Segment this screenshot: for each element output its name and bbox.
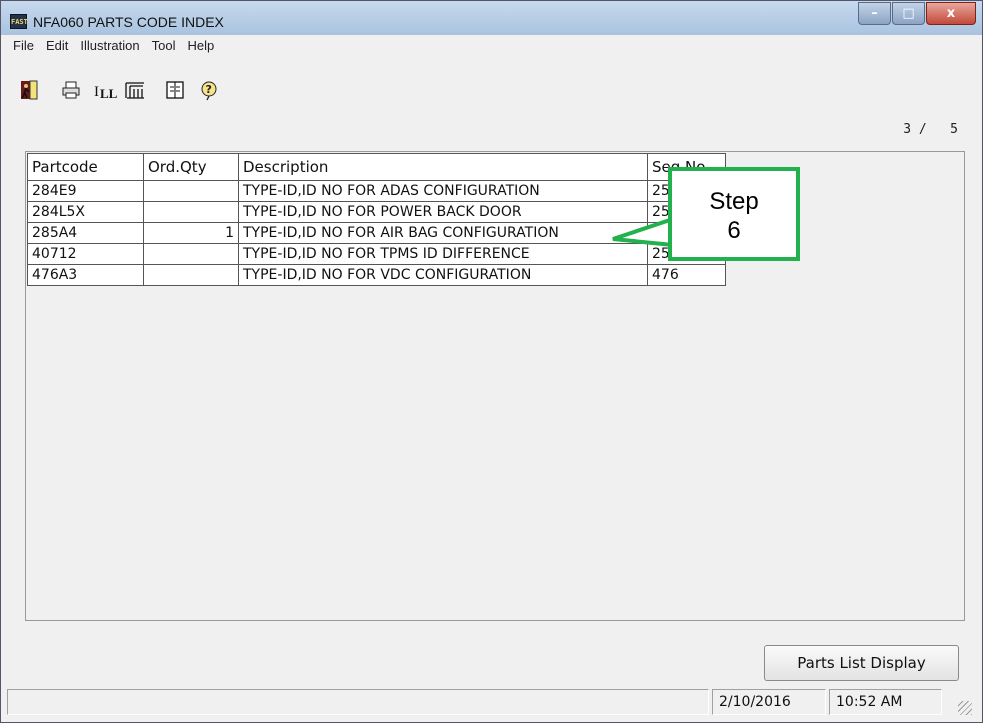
parts-list-icon bbox=[125, 82, 144, 99]
cell-ord-qty[interactable] bbox=[143, 180, 239, 202]
status-time: 10:52 AM bbox=[829, 689, 942, 715]
resize-grip[interactable] bbox=[958, 701, 972, 715]
cell-ord-qty[interactable] bbox=[143, 243, 239, 265]
window-title: NFA060 PARTS CODE INDEX bbox=[33, 14, 224, 30]
table-row[interactable]: 284E9 TYPE-ID,ID NO FOR ADAS CONFIGURATI… bbox=[27, 180, 726, 202]
illustration-button[interactable]: I LL bbox=[91, 77, 119, 103]
cell-seq-no[interactable]: 476 bbox=[647, 264, 726, 286]
callout-step-label: Step bbox=[709, 188, 759, 215]
help-icon: ? bbox=[201, 81, 217, 101]
cell-partcode[interactable]: 40712 bbox=[27, 243, 144, 265]
column-header-partcode[interactable]: Partcode bbox=[27, 153, 144, 181]
print-button[interactable] bbox=[57, 77, 85, 103]
help-button[interactable]: ? bbox=[195, 77, 223, 103]
illustration-icon: I LL bbox=[94, 84, 117, 101]
app-window: FAST NFA060 PARTS CODE INDEX – □ x File … bbox=[0, 0, 983, 723]
menu-help[interactable]: Help bbox=[181, 35, 220, 55]
callout-pointer bbox=[612, 217, 674, 247]
exit-button[interactable] bbox=[15, 77, 43, 103]
table-header-row: Partcode Ord.Qty Description Seq.No bbox=[27, 153, 726, 181]
book-icon bbox=[166, 81, 184, 99]
book-button[interactable] bbox=[161, 77, 189, 103]
exit-door-icon bbox=[21, 80, 38, 100]
cell-ord-qty[interactable]: 1 bbox=[143, 222, 239, 244]
status-message bbox=[7, 689, 709, 715]
menu-file[interactable]: File bbox=[7, 35, 40, 55]
cell-description[interactable]: TYPE-ID,ID NO FOR AIR BAG CONFIGURATION bbox=[238, 222, 648, 244]
menu-edit[interactable]: Edit bbox=[40, 35, 74, 55]
minimize-button[interactable]: – bbox=[858, 2, 891, 25]
parts-list-display-button[interactable]: Parts List Display bbox=[764, 645, 959, 681]
app-icon: FAST bbox=[10, 14, 28, 29]
cell-ord-qty[interactable] bbox=[143, 201, 239, 223]
status-date: 2/10/2016 bbox=[712, 689, 826, 715]
title-bar[interactable]: FAST NFA060 PARTS CODE INDEX – □ x bbox=[1, 1, 982, 35]
cell-description[interactable]: TYPE-ID,ID NO FOR VDC CONFIGURATION bbox=[238, 264, 648, 286]
cell-description[interactable]: TYPE-ID,ID NO FOR TPMS ID DIFFERENCE bbox=[238, 243, 648, 265]
table-row[interactable]: 476A3 TYPE-ID,ID NO FOR VDC CONFIGURATIO… bbox=[27, 264, 726, 286]
status-bar: 2/10/2016 10:52 AM bbox=[7, 689, 976, 719]
cell-ord-qty[interactable] bbox=[143, 264, 239, 286]
cell-partcode[interactable]: 285A4 bbox=[27, 222, 144, 244]
svg-text:LL: LL bbox=[100, 86, 117, 101]
svg-text:I: I bbox=[94, 84, 99, 100]
column-header-ord-qty[interactable]: Ord.Qty bbox=[143, 153, 239, 181]
menu-bar: File Edit Illustration Tool Help bbox=[7, 35, 976, 55]
step-callout: Step 6 bbox=[668, 167, 800, 261]
close-button[interactable]: x bbox=[926, 2, 976, 25]
cell-description[interactable]: TYPE-ID,ID NO FOR ADAS CONFIGURATION bbox=[238, 180, 648, 202]
callout-step-number: 6 bbox=[727, 217, 741, 244]
cell-description[interactable]: TYPE-ID,ID NO FOR POWER BACK DOOR bbox=[238, 201, 648, 223]
menu-tool[interactable]: Tool bbox=[146, 35, 182, 55]
cell-partcode[interactable]: 476A3 bbox=[27, 264, 144, 286]
cell-partcode[interactable]: 284L5X bbox=[27, 201, 144, 223]
cell-partcode[interactable]: 284E9 bbox=[27, 180, 144, 202]
menu-illustration[interactable]: Illustration bbox=[74, 35, 145, 55]
page-indicator: 3 / 5 bbox=[903, 122, 958, 137]
svg-text:?: ? bbox=[206, 83, 212, 96]
maximize-button[interactable]: □ bbox=[892, 2, 925, 25]
parts-list-button[interactable] bbox=[121, 77, 149, 103]
column-header-description[interactable]: Description bbox=[238, 153, 648, 181]
print-icon bbox=[62, 81, 80, 99]
